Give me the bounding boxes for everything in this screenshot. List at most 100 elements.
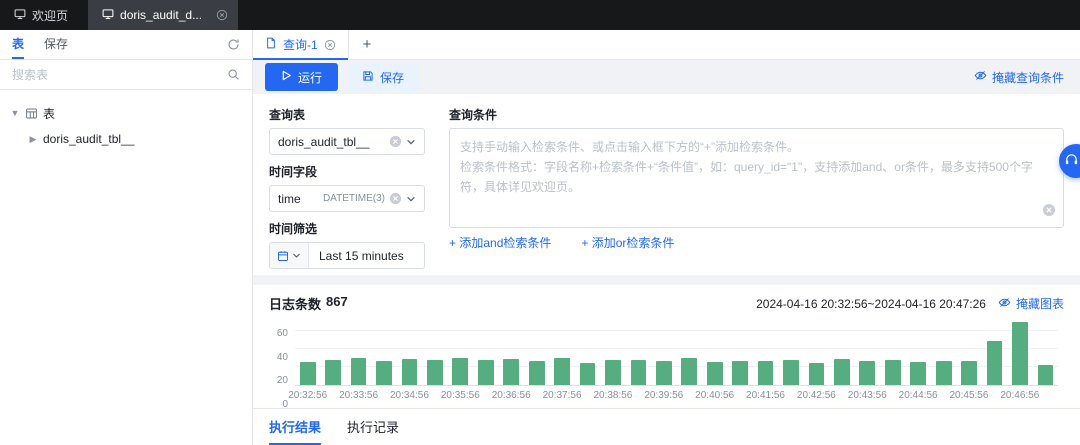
chart-bar	[834, 358, 850, 385]
chart-bar	[477, 359, 494, 385]
chart-bar	[732, 360, 749, 385]
chart-bar	[299, 362, 316, 385]
chart-bar	[961, 361, 977, 385]
chart-bar	[910, 362, 927, 385]
table-search	[0, 60, 252, 90]
refresh-icon[interactable]	[227, 30, 240, 59]
chart-x-tick: 20:41:56	[746, 390, 785, 401]
sidebar-tab-saved[interactable]: 保存	[44, 30, 68, 59]
search-icon[interactable]	[227, 68, 240, 81]
chart-bar	[427, 359, 443, 385]
plus-icon: +	[362, 36, 372, 53]
time-filter-label: 时间筛选	[269, 222, 318, 236]
query-form: 查询表 doris_audit_tbl__ 时间字段 time DATETIME…	[253, 94, 1080, 275]
table-select[interactable]: doris_audit_tbl__	[269, 128, 425, 155]
query-tab-label: 查询-1	[283, 38, 318, 52]
tab-execution-history[interactable]: 执行记录	[347, 409, 399, 445]
chart-x-tick: 20:36:56	[491, 390, 531, 401]
headset-icon	[1064, 152, 1079, 170]
chart-bar	[605, 359, 621, 385]
section-divider	[253, 275, 1080, 285]
tree-node-label: doris_audit_tbl__	[43, 132, 135, 146]
chart-x-axis: 20:32:56 20:33:56 20:34:56 20:35:56 20:36:56…	[288, 390, 1058, 406]
query-tab[interactable]: 查询-1	[253, 30, 349, 60]
chart-x-tick: 20:37:56	[542, 390, 582, 401]
chart-bar	[884, 359, 901, 385]
window-tab-label: 欢迎页	[32, 8, 69, 23]
result-tab-bar: 执行结果 执行记录	[253, 408, 1080, 445]
save-button[interactable]: 保存	[348, 63, 419, 91]
chart-x-tick: 20:45:56	[949, 390, 989, 401]
table-tree: ▼ 表 ▶ doris_audit_tbl__	[0, 90, 252, 162]
window-tab-doris-audit[interactable]: doris_audit_d...	[88, 0, 239, 30]
chart-bar	[783, 359, 799, 385]
caret-down-icon[interactable]: ▼	[10, 108, 20, 118]
hide-chart-link[interactable]: 掩藏图表	[998, 295, 1064, 312]
chart-x-tick: 20:44:56	[898, 390, 938, 401]
time-filter-mode[interactable]	[270, 243, 309, 268]
hide-conditions-label: 掩藏查询条件	[991, 70, 1064, 85]
time-field-value: time	[278, 191, 301, 206]
conditions-input[interactable]	[449, 128, 1064, 228]
chart-bar	[681, 357, 698, 385]
play-icon	[281, 70, 292, 84]
clear-icon[interactable]	[389, 135, 402, 148]
chart-bar	[757, 361, 774, 385]
chart-bar	[630, 359, 647, 385]
hide-chart-label: 掩藏图表	[1015, 297, 1064, 311]
chart-x-tick: 20:46:56	[1000, 390, 1040, 401]
table-select-label: 查询表	[269, 108, 306, 122]
add-or-condition-link[interactable]: + 添加or检索条件	[581, 234, 674, 251]
table-search-input[interactable]	[12, 67, 221, 82]
time-field-type: DATETIME(3)	[322, 193, 385, 204]
chart-x-tick: 20:42:56	[796, 390, 836, 401]
window-tab-welcome[interactable]: 欢迎页	[0, 0, 82, 30]
table-select-value: doris_audit_tbl__	[278, 134, 370, 149]
save-button-label: 保存	[380, 70, 405, 85]
add-query-tab-button[interactable]: +	[349, 30, 386, 59]
chart-x-tick: 20:32:56	[288, 390, 328, 401]
sidebar-tab-tables[interactable]: 表	[12, 30, 25, 59]
chart-bar	[376, 360, 392, 385]
chart-title: 日志条数 867	[269, 294, 348, 313]
main-panel: 查询-1 + 运行 保存 掩藏查询条件 查询表 doris_audit_tbl_…	[253, 30, 1080, 445]
file-icon	[265, 37, 277, 52]
chart-time-range: 2024-04-16 20:32:56~2024-04-16 20:47:26	[756, 296, 986, 311]
time-filter-value: Last 15 minutes	[319, 248, 404, 263]
calendar-icon	[277, 250, 289, 262]
time-field-select[interactable]: time DATETIME(3)	[269, 185, 425, 212]
chart-bar	[986, 341, 1003, 385]
chart-bar	[554, 357, 570, 385]
chart-bar	[452, 357, 469, 385]
chart-bar	[528, 361, 545, 385]
time-filter-picker[interactable]: Last 15 minutes	[269, 242, 425, 269]
chart-bar	[655, 360, 672, 385]
caret-right-icon[interactable]: ▶	[28, 134, 38, 145]
add-and-condition-link[interactable]: + 添加and检索条件	[449, 234, 551, 251]
monitor-icon	[102, 8, 114, 23]
chart-bar	[1037, 365, 1054, 385]
tree-node-label: 表	[43, 106, 56, 121]
chart-x-tick: 20:40:56	[695, 390, 735, 401]
chevron-down-icon[interactable]	[406, 194, 416, 204]
hide-conditions-link[interactable]: 掩藏查询条件	[974, 69, 1068, 86]
run-button[interactable]: 运行	[265, 63, 339, 91]
eye-invisible-icon	[998, 296, 1011, 312]
tab-execution-result[interactable]: 执行结果	[269, 409, 322, 445]
close-icon[interactable]	[324, 39, 336, 51]
table-icon	[25, 107, 38, 120]
chart-x-tick: 20:34:56	[389, 390, 429, 401]
conditions-label: 查询条件	[449, 108, 498, 122]
chevron-down-icon[interactable]	[406, 137, 416, 147]
clear-icon[interactable]	[1042, 203, 1056, 220]
close-icon[interactable]	[216, 9, 228, 21]
run-button-label: 运行	[298, 70, 323, 85]
tree-node-doris-audit-tbl[interactable]: ▶ doris_audit_tbl__	[10, 126, 242, 152]
sidebar-tab-label: 保存	[44, 37, 69, 51]
tree-node-tables-root[interactable]: ▼ 表	[10, 100, 242, 126]
chart-title-text: 日志条数	[269, 297, 322, 312]
chart-bar	[350, 357, 367, 385]
clear-icon[interactable]	[389, 192, 402, 205]
chart-x-tick: 20:33:56	[339, 390, 379, 401]
chart-bar	[859, 361, 876, 385]
